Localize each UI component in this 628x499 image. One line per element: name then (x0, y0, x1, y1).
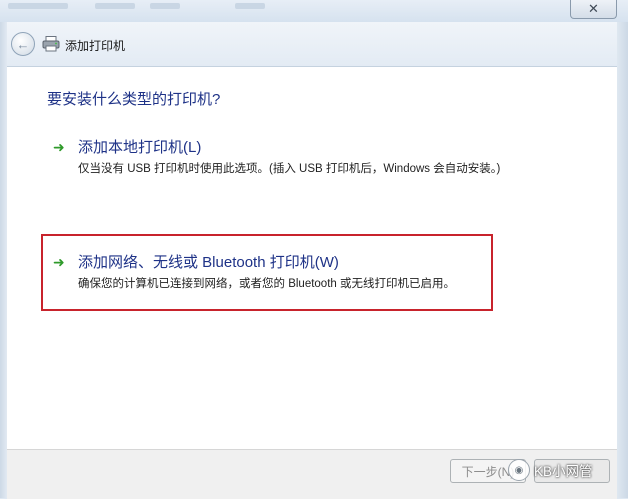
background-window-ghost (150, 3, 180, 9)
page-heading: 要安装什么类型的打印机? (47, 91, 221, 108)
close-icon: ✕ (588, 1, 599, 16)
printer-icon (42, 36, 60, 52)
next-button-label: 下一步(N) (461, 464, 515, 479)
window-title: 添加打印机 (65, 39, 126, 53)
back-button[interactable]: ← (11, 32, 35, 56)
window-frame-left (0, 22, 7, 498)
back-arrow-icon: ← (16, 36, 30, 52)
add-local-printer-description: 仅当没有 USB 打印机时使用此选项。(插入 USB 打印机后，Windows … (78, 163, 501, 175)
title-bar: ← 添加打印机 (7, 22, 617, 66)
add-network-printer-link[interactable]: 添加网络、无线或 Bluetooth 打印机(W) (78, 251, 339, 272)
window-frame-top (0, 0, 628, 22)
green-arrow-icon: ➜ (53, 139, 65, 155)
wizard-content: 要安装什么类型的打印机? ➜ 添加本地打印机(L) 仅当没有 USB 打印机时使… (7, 66, 617, 450)
green-arrow-icon: ➜ (53, 254, 65, 270)
background-window-ghost (8, 3, 68, 9)
wechat-logo-icon: ◉ (508, 459, 530, 481)
background-window-ghost (95, 3, 135, 9)
watermark-text: KB小网管 (534, 464, 593, 479)
watermark: ◉ KB小网管 (508, 457, 616, 483)
add-local-printer-link[interactable]: 添加本地打印机(L) (78, 136, 201, 157)
background-window-ghost (235, 3, 265, 9)
highlight-annotation (41, 234, 493, 311)
window-frame-right (617, 22, 628, 498)
close-button[interactable]: ✕ (570, 0, 617, 19)
add-network-printer-description: 确保您的计算机已连接到网络，或者您的 Bluetooth 或无线打印机已启用。 (78, 278, 455, 290)
